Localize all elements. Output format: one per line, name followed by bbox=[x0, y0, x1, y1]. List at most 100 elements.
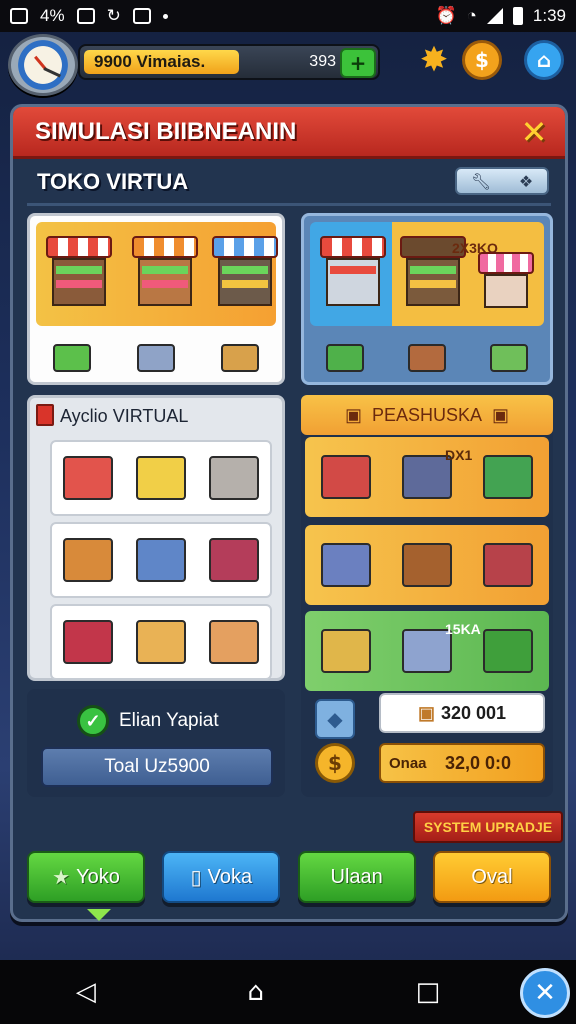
panel-subtitle: TOKO VIRTUA bbox=[37, 169, 189, 194]
alarm-icon: ⏰ bbox=[435, 6, 457, 25]
vending-stall-icon[interactable] bbox=[208, 456, 259, 500]
cardboard-boxes-icon[interactable] bbox=[63, 538, 114, 582]
cash-stack-icon[interactable] bbox=[490, 344, 528, 372]
recents-icon[interactable]: □ bbox=[416, 977, 441, 1007]
dollar-coin-icon: $ bbox=[315, 743, 355, 783]
star-icon: ★ bbox=[52, 866, 71, 889]
tools-fab-icon[interactable]: ✕ bbox=[520, 968, 570, 1018]
system-upgrade-button[interactable]: SYSTEM UPRADJE bbox=[413, 811, 563, 843]
price-row-bottom: $ bbox=[315, 743, 355, 783]
price-bottom-label: Onaa bbox=[389, 754, 427, 772]
shop-panel: SIMULASI BIIBNEANIN ✕ TOKO VIRTUA 🔧︎ ❖ 2… bbox=[10, 104, 568, 922]
section-badge-icon bbox=[36, 404, 54, 426]
coins-count: 393 bbox=[309, 53, 336, 70]
plus-icon[interactable]: + bbox=[340, 48, 376, 78]
virtual-section-title: Ayclio VIRTUAL bbox=[60, 405, 189, 426]
food-truck-icon[interactable] bbox=[63, 620, 114, 664]
register-icon[interactable] bbox=[135, 538, 186, 582]
candy-shop-icon bbox=[478, 252, 534, 308]
top-hud: 9900 Vimaias. 393 + ✸ $ ⌂ bbox=[0, 34, 576, 96]
panel-title: SIMULASI BIIBNEANIN bbox=[35, 117, 297, 145]
panel-title-bar: SIMULASI BIIBNEANIN ✕ bbox=[13, 107, 565, 159]
market-stall-icon bbox=[46, 236, 112, 306]
signal-icon bbox=[486, 8, 503, 24]
box-icon: ▣ bbox=[492, 404, 510, 425]
home-icon[interactable]: ⌂ bbox=[524, 40, 564, 80]
ulaan-button-label: Ulaan bbox=[330, 865, 383, 888]
store-card-stalls[interactable] bbox=[27, 213, 285, 385]
virtual-section: Ayclio VIRTUAL bbox=[27, 395, 285, 681]
battery-icon bbox=[512, 7, 523, 25]
voka-button-label: Voka bbox=[207, 865, 253, 888]
voka-button[interactable]: ▯ Voka bbox=[162, 851, 281, 903]
box-icon: ▣ bbox=[417, 702, 435, 723]
coin-progress-bar: 9900 Vimaias. 393 + bbox=[78, 44, 380, 80]
navigation-bar: ◁ ⌂ □ bbox=[0, 960, 576, 1024]
yoko-button[interactable]: ★ Yoko bbox=[27, 851, 145, 903]
item-row[interactable] bbox=[50, 604, 272, 680]
peashuska-row[interactable]: DX1 bbox=[305, 437, 549, 517]
status-time: 1:39 bbox=[532, 6, 566, 25]
clock-icon[interactable] bbox=[8, 34, 78, 96]
coin-icon[interactable]: $ bbox=[462, 40, 502, 80]
produce-stand-icon[interactable] bbox=[135, 456, 186, 500]
gem-icon: ◆ bbox=[315, 699, 355, 739]
cart-icon[interactable] bbox=[137, 344, 175, 372]
check-icon: ✓ bbox=[77, 705, 109, 737]
divider bbox=[27, 203, 551, 206]
tool-toggle[interactable]: 🔧︎ ❖ bbox=[455, 167, 549, 195]
oval-button[interactable]: Oval bbox=[432, 851, 551, 903]
price-row-top: ◆ bbox=[315, 699, 355, 739]
store-card-market[interactable]: 2X3KO bbox=[301, 213, 553, 385]
shop-awning-icon bbox=[320, 236, 386, 306]
notification-dot-icon bbox=[162, 13, 168, 19]
verified-row: ✓ Elian Yapiat bbox=[77, 705, 219, 737]
gift-box-icon[interactable] bbox=[483, 629, 534, 673]
price-bottom-value: 32,0 0:0 bbox=[445, 752, 512, 773]
price-display-top: ▣ 320 001 bbox=[379, 693, 545, 733]
peashuska-header: ▣ PEASHUSKA ▣ bbox=[301, 395, 553, 435]
virtual-section-header: Ayclio VIRTUAL bbox=[30, 398, 282, 434]
parcel-icon[interactable] bbox=[208, 620, 259, 664]
back-icon[interactable]: ◁ bbox=[76, 977, 96, 1007]
green-crate-icon[interactable] bbox=[53, 344, 91, 372]
image-icon bbox=[76, 8, 95, 24]
verified-label: Elian Yapiat bbox=[119, 710, 219, 731]
wooden-crate-icon[interactable] bbox=[221, 344, 259, 372]
money-bag-icon[interactable] bbox=[326, 344, 364, 372]
row-label: 15KA bbox=[445, 621, 481, 637]
peashuska-title: PEASHUSKA bbox=[371, 404, 483, 425]
yoko-button-label: Yoko bbox=[76, 865, 120, 888]
workstation-icon[interactable] bbox=[483, 455, 534, 499]
ulaan-button[interactable]: Ulaan bbox=[297, 851, 416, 903]
market-banner: 2X3KO bbox=[310, 222, 544, 326]
booth-icon[interactable] bbox=[320, 455, 371, 499]
display-case-icon[interactable] bbox=[208, 538, 259, 582]
peashuska-row[interactable] bbox=[305, 525, 549, 605]
pallet-icon[interactable] bbox=[408, 344, 446, 372]
table-icon[interactable] bbox=[401, 543, 452, 587]
market-items bbox=[304, 344, 550, 372]
close-icon[interactable]: ✕ bbox=[517, 113, 551, 151]
peashuska-row[interactable]: 15KA bbox=[305, 611, 549, 691]
item-row[interactable] bbox=[50, 440, 272, 516]
package-icon[interactable] bbox=[135, 620, 186, 664]
action-buttons: ★ Yoko ▯ Voka Ulaan Oval bbox=[27, 851, 551, 903]
price-top-value: 320 001 bbox=[440, 702, 507, 723]
wrench-icon[interactable]: 🔧︎ bbox=[471, 172, 491, 191]
goods-pile-icon[interactable] bbox=[320, 629, 371, 673]
row-label: DX1 bbox=[445, 447, 473, 463]
delivery-truck-icon[interactable] bbox=[63, 456, 114, 500]
oval-button-label: Oval bbox=[471, 865, 513, 888]
wifi-icon: ◔ bbox=[466, 6, 477, 25]
total-button[interactable]: Toal Uz5900 bbox=[41, 747, 273, 787]
market-cart-icon[interactable] bbox=[320, 543, 371, 587]
stalls-banner bbox=[36, 222, 278, 326]
chevron-down-icon bbox=[87, 909, 111, 921]
crate-display-icon[interactable] bbox=[483, 543, 534, 587]
home-nav-icon[interactable]: ⌂ bbox=[247, 977, 264, 1007]
puzzle-icon[interactable]: ❖ bbox=[519, 172, 533, 191]
item-row[interactable] bbox=[50, 522, 272, 598]
kiosk-stall-icon bbox=[212, 236, 278, 306]
gear-icon[interactable]: ✸ bbox=[414, 40, 454, 80]
